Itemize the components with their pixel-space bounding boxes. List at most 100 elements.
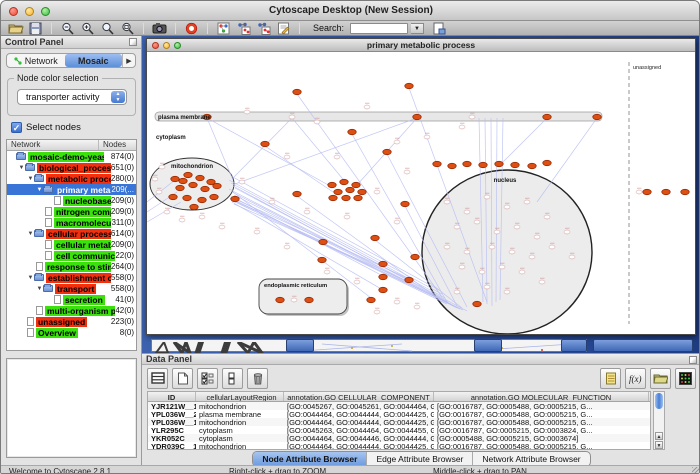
tree-row-macromolecule[interactable]: macromolecule311(0) [7,217,136,228]
tree-row-primary-metabo[interactable]: ▼primary metabo209(... [7,184,136,195]
tree-row-mosaic-demo-yeast[interactable]: mosaic-demo-yeast874(0) [7,151,136,162]
control-panel-title: Control Panel [5,37,64,47]
tree-row-secretion[interactable]: secretion41(0) [7,294,136,305]
search-options-icon[interactable] [431,22,448,35]
search-dropdown-icon[interactable]: ▼ [411,23,424,34]
tree-row-establishment-of-lo[interactable]: ▼establishment of lo558(0) [7,272,136,283]
leaf-page-icon [45,251,52,260]
tree-row-cellular-process[interactable]: ▼cellular process614(0) [7,228,136,239]
data-panel-title: Data Panel [146,354,192,364]
column-molecular-function[interactable]: annotation.GO MOLECULAR_FUNCTION [434,392,649,401]
tab-node-attribute-browser[interactable]: Node Attribute Browser [253,452,367,466]
network-view-frame[interactable]: primary metabolic process plasma membran… [146,38,696,335]
svg-text:f(x): f(x) [629,374,642,384]
tree-row-transport[interactable]: ▼ transport 558(0) [7,283,136,294]
expand-arrow-icon[interactable]: ▼ [18,165,25,171]
tree-column-nodes[interactable]: Nodes [99,140,136,150]
float-panel-icon[interactable] [689,356,697,364]
search-input[interactable] [350,23,408,34]
tree-row-unassigned[interactable]: unassigned 223(0) [7,316,136,327]
tabs-overflow-icon[interactable]: ▶ [122,54,135,67]
tree-row-response-to-stimulu[interactable]: response to stimulu264(0) [7,261,136,272]
tree-row-label: primary metabo [55,185,111,195]
column-id[interactable]: ID [148,392,196,401]
delete-attribute-icon[interactable] [247,368,268,389]
resize-grip[interactable] [692,467,700,474]
birds-eye-view[interactable] [6,358,137,458]
zoom-out-icon[interactable] [59,22,76,35]
leaf-page-icon [27,328,34,337]
zoom-fit-icon[interactable] [119,22,136,35]
import-attributes-icon[interactable] [650,368,671,389]
select-attributes-icon[interactable] [197,368,218,389]
attribute-table[interactable]: ID _cellularLayoutRegion annotation.GO C… [147,391,651,450]
dropdown-stepper-icon[interactable]: ▲▼ [111,91,125,103]
expand-arrow-icon[interactable]: ▼ [27,275,34,281]
tab-network-attribute-browser[interactable]: Network Attribute Browser [473,452,589,466]
formula-builder-icon[interactable]: f(x) [625,368,646,389]
tree-row-nitrogen-compo[interactable]: nitrogen compo209(0) [7,206,136,217]
folder-icon [34,175,44,182]
table-scrollbar[interactable]: ▲ ▼ [653,391,665,450]
tree-row-nucleobase-[interactable]: nucleobase-209(0) [7,195,136,206]
unselect-attributes-icon[interactable] [222,368,243,389]
network-frame-titlebar[interactable]: primary metabolic process [147,39,695,52]
tree-row-label: transport [55,284,96,294]
leaf-page-icon [45,240,52,249]
tree-row-label: multi-organism pro [45,306,115,316]
new-network-edges-icon[interactable] [255,22,272,35]
tree-row-count: 614(0) [111,229,136,238]
expand-arrow-icon[interactable]: ▼ [27,231,34,237]
main-toolbar: Search: ▼ [1,21,700,36]
tab-edge-attribute-browser[interactable]: Edge Attribute Browser [367,452,473,466]
snapshot-camera-icon[interactable] [151,22,168,35]
expand-arrow-icon[interactable]: ▼ [36,187,43,193]
leaf-page-icon [36,306,43,315]
control-panel-tabs: Network Mosaic ▶ [6,53,136,68]
tree-row-label: biological_process [37,163,111,173]
tree-row-cellular-metabo[interactable]: cellular metabo209(0) [7,239,136,250]
help-lifebuoy-icon[interactable] [183,22,200,35]
network-canvas[interactable]: plasma membranecytoplasmmitochondrionnuc… [147,52,695,334]
column-cellular-component[interactable]: annotation.GO CELLULAR_COMPONENT [284,392,434,401]
table-row[interactable]: YDR039C__1mitochondrion[GO:0044464, GO:0… [148,442,650,450]
tree-row-count: 558(0) [111,273,136,282]
tree-row-cell-communicat[interactable]: cell communicat22(0) [7,250,136,261]
tab-network[interactable]: Network [7,54,65,67]
tree-row-label: unassigned [36,317,87,327]
tree-row-multi-organism-pro[interactable]: multi-organism pro42(0) [7,305,136,316]
node-color-dropdown[interactable]: transporter activity ▲▼ [17,89,127,105]
open-icon[interactable] [7,22,24,35]
cell-id: YDR039C__1 [148,442,196,451]
vizmapper-icon[interactable] [215,22,232,35]
tree-row-count: 558(0) [111,284,136,293]
edit-annotation-icon[interactable] [275,22,292,35]
zoom-selected-icon[interactable] [99,22,116,35]
select-nodes-checkbox[interactable]: ✓ [11,122,22,133]
tree-row-label: Overview [36,328,78,338]
new-network-selection-icon[interactable] [235,22,252,35]
scrollbar-thumb[interactable] [655,393,663,409]
expand-arrow-icon[interactable]: ▼ [27,176,34,182]
folder-icon [34,274,44,281]
tab-mosaic[interactable]: Mosaic [65,54,123,67]
window-titlebar[interactable]: Cytoscape Desktop (New Session) [1,1,700,21]
save-icon[interactable] [27,22,44,35]
expand-arrow-icon[interactable]: ▼ [36,286,43,292]
zoom-in-icon[interactable] [79,22,96,35]
tree-row-metabolic-process[interactable]: ▼metabolic process280(0) [7,173,136,184]
group-label: Node color selection [14,73,102,83]
tree-row-count: 223(0) [111,317,136,326]
svg-text:nucleus: nucleus [494,178,517,184]
tree-row-overview[interactable]: Overview8(0) [7,327,136,338]
attribute-batch-icon[interactable] [600,368,621,389]
column-region[interactable]: _cellularLayoutRegion [196,392,284,401]
scroll-up-icon[interactable]: ▲ [655,432,663,440]
tree-column-network[interactable]: Network [7,140,99,150]
new-attribute-icon[interactable] [172,368,193,389]
attribute-table-icon[interactable] [147,368,168,389]
tree-row-biological-process[interactable]: ▼biological_process651(0) [7,162,136,173]
scroll-down-icon[interactable]: ▼ [655,441,663,449]
float-panel-icon[interactable] [129,38,137,46]
attribute-matrix-icon[interactable] [675,368,696,389]
